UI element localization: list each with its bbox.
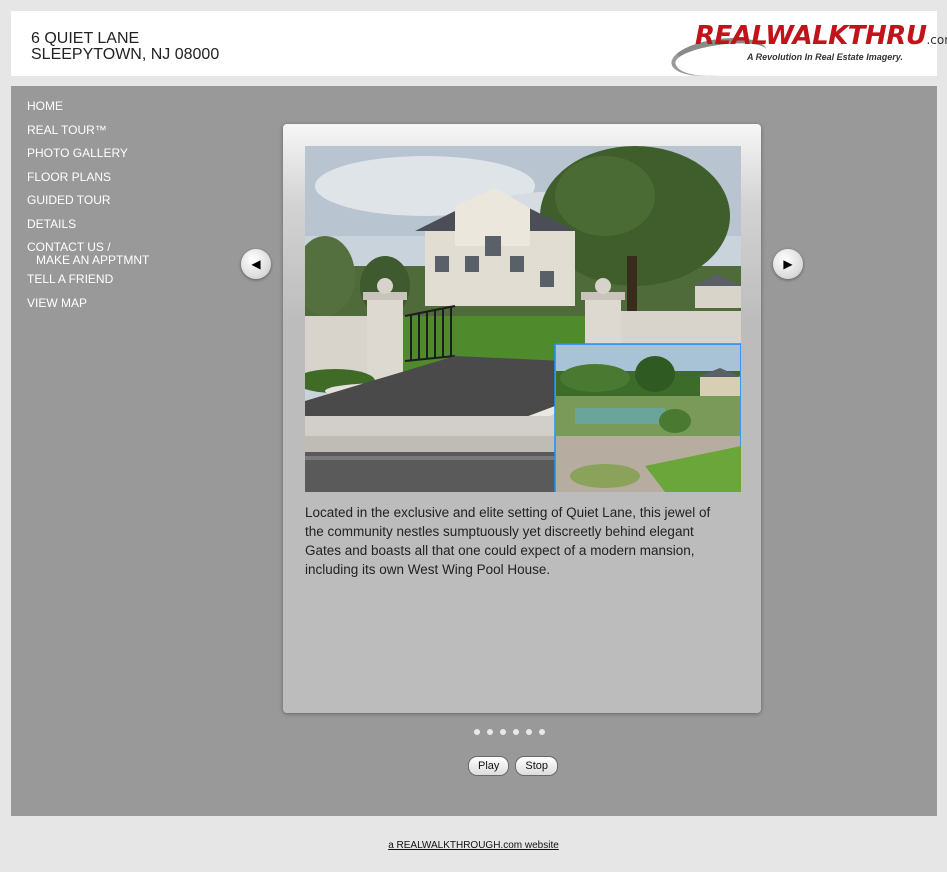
slide-caption: Located in the exclusive and elite setti… — [305, 505, 711, 577]
nav-photo-gallery[interactable]: PHOTO GALLERY — [27, 147, 149, 160]
nav-details[interactable]: DETAILS — [27, 217, 149, 231]
nav-guided-tour[interactable]: GUIDED TOUR — [27, 194, 149, 207]
house-gate-photo — [305, 146, 741, 492]
address-line-2: SLEEPYTOWN, NJ 08000 — [31, 46, 220, 63]
right-arrow-icon: ▶ — [783, 257, 793, 271]
main-panel: HOME REAL TOUR™ PHOTO GALLERY FLOOR PLAN… — [11, 86, 937, 816]
realwalkthru-logo[interactable]: REALWALKTHRU.com™ A Revolution In Real E… — [668, 19, 947, 82]
nav-contact-us-line2: MAKE AN APPTMNT — [36, 253, 150, 267]
slide-dot[interactable] — [500, 729, 506, 735]
play-button[interactable]: Play — [468, 756, 510, 776]
next-slide-button[interactable]: ▶ — [773, 249, 803, 279]
nav-tell-a-friend[interactable]: TELL A FRIEND — [27, 273, 149, 286]
nav-real-tour[interactable]: REAL TOUR™ — [27, 123, 149, 137]
logo-tagline: A Revolution In Real Estate Imagery. — [747, 52, 903, 62]
footer-link[interactable]: a REALWALKTHROUGH.com website — [388, 840, 559, 851]
slide-dot[interactable] — [487, 729, 493, 735]
nav-view-map[interactable]: VIEW MAP — [27, 296, 149, 310]
sidebar-nav: HOME REAL TOUR™ PHOTO GALLERY FLOOR PLAN… — [27, 100, 149, 320]
stop-button[interactable]: Stop — [515, 756, 559, 776]
nav-contact-us[interactable]: CONTACT US / MAKE AN APPTMNT — [27, 241, 149, 267]
property-address: 6 QUIET LANE SLEEPYTOWN, NJ 08000 — [31, 31, 219, 63]
slide-dot[interactable] — [539, 729, 545, 735]
slide-card: Located in the exclusive and elite setti… — [283, 124, 761, 713]
nav-home[interactable]: HOME — [27, 100, 149, 113]
slide-indicators — [474, 729, 545, 735]
slide-dot[interactable] — [513, 729, 519, 735]
nav-floor-plans[interactable]: FLOOR PLANS — [27, 170, 149, 184]
slide-photo — [305, 146, 741, 492]
logo-suffix: .com™ — [926, 33, 947, 47]
left-arrow-icon: ◀ — [251, 257, 261, 271]
previous-slide-button[interactable]: ◀ — [241, 249, 271, 279]
slide-dot[interactable] — [474, 729, 480, 735]
footer: a REALWALKTHROUGH.com website — [0, 840, 947, 851]
address-line-1: 6 QUIET LANE — [31, 30, 140, 47]
slide-dot[interactable] — [526, 729, 532, 735]
slideshow-controls: Play Stop — [468, 756, 559, 776]
logo-name: REALWALKTHRU — [695, 21, 927, 51]
header: 6 QUIET LANE SLEEPYTOWN, NJ 08000 REALWA… — [11, 11, 947, 82]
